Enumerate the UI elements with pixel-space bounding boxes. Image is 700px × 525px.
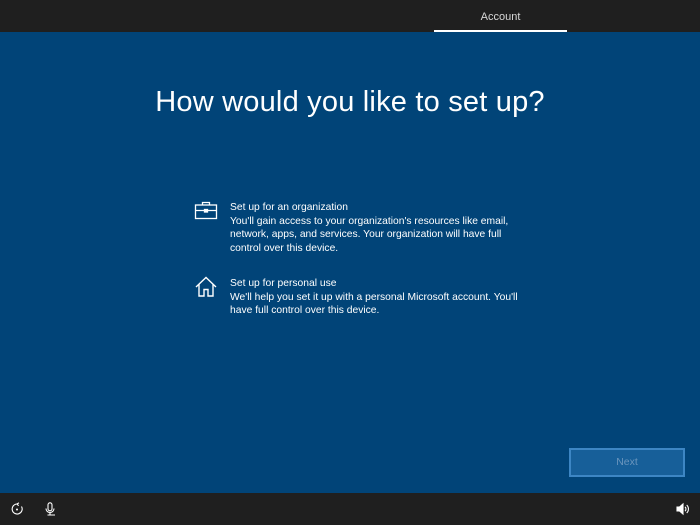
top-bar: Account <box>0 0 700 32</box>
option-personal[interactable]: Set up for personal use We'll help you s… <box>194 275 518 321</box>
briefcase-icon <box>194 199 218 223</box>
volume-icon[interactable] <box>676 502 690 516</box>
next-button[interactable]: Next <box>569 448 685 477</box>
option-personal-description: We'll help you set it up with a personal… <box>230 291 518 317</box>
home-icon <box>194 275 218 299</box>
tab-account[interactable]: Account <box>434 0 567 32</box>
ease-of-access-icon[interactable] <box>10 502 24 516</box>
microphone-icon[interactable] <box>44 502 58 516</box>
page-title: How would you like to set up? <box>155 86 545 118</box>
tab-active-indicator <box>434 30 567 32</box>
option-personal-title: Set up for personal use <box>230 278 337 289</box>
option-organization[interactable]: Set up for an organization You'll gain a… <box>194 199 514 259</box>
option-organization-description: You'll gain access to your organization'… <box>230 215 509 254</box>
option-organization-title: Set up for an organization <box>230 202 348 213</box>
bottom-bar <box>0 493 700 525</box>
